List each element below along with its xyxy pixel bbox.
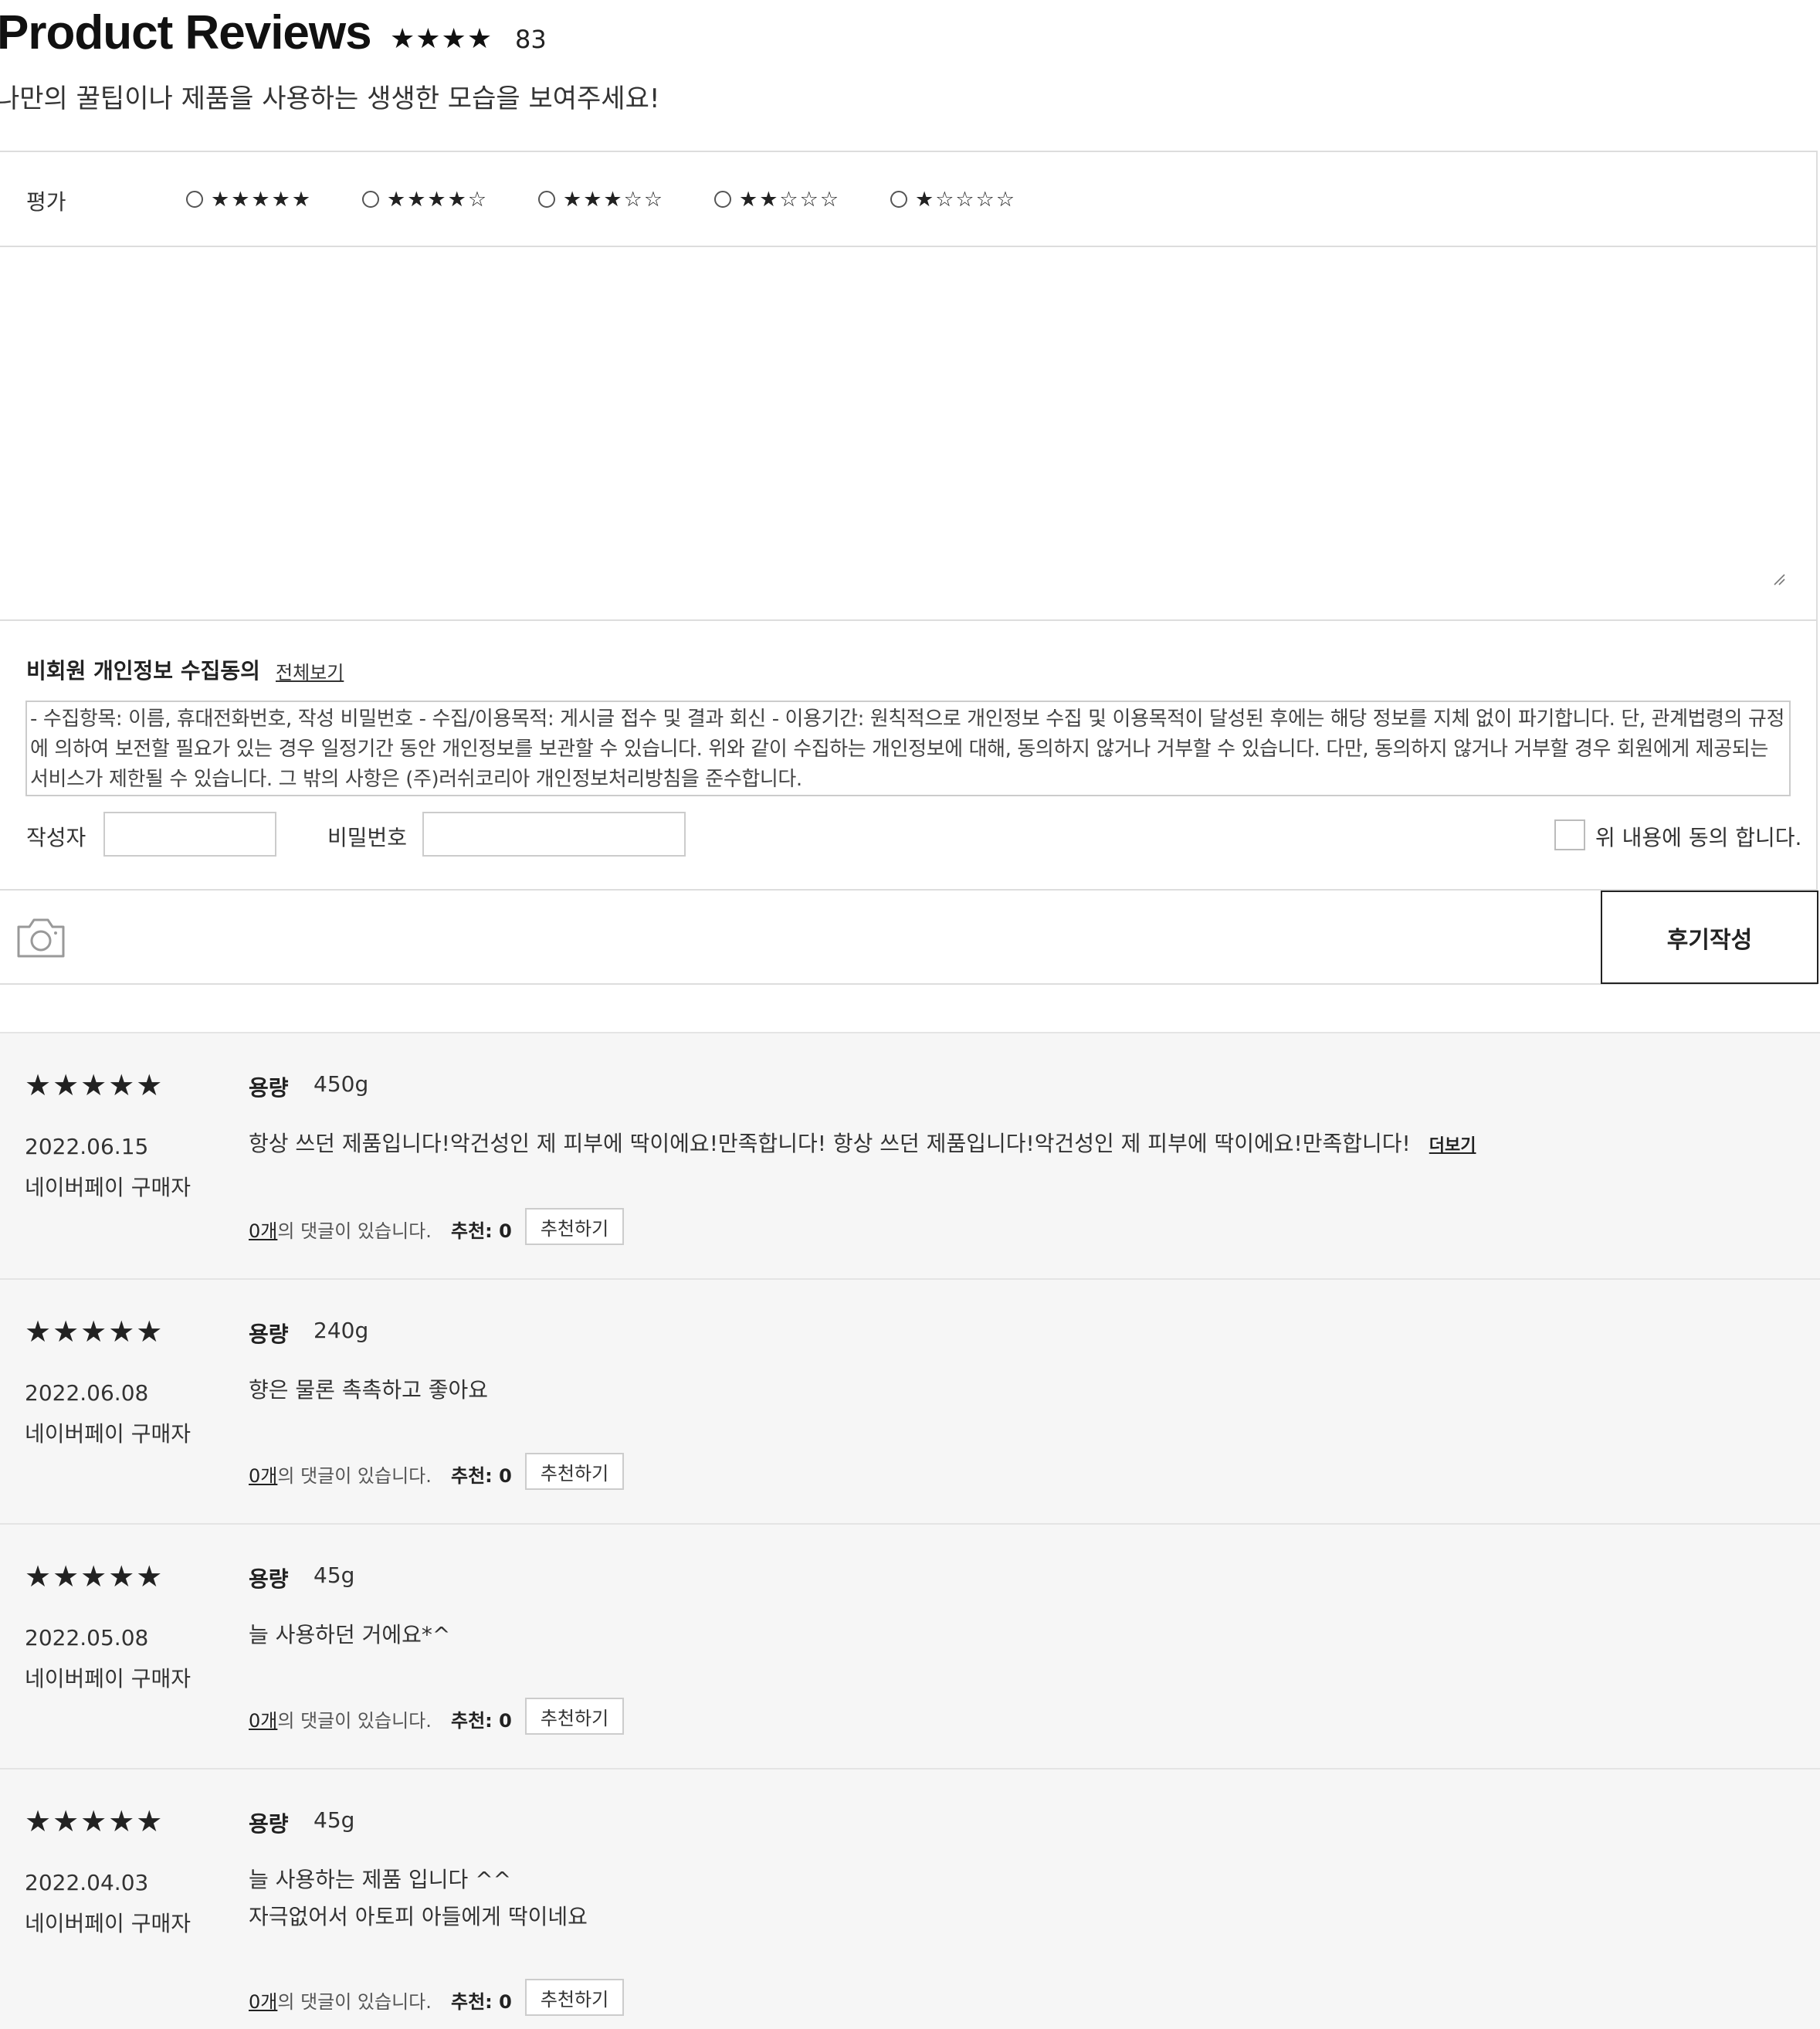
option-value: 45g xyxy=(314,1562,355,1588)
review-text: 항상 쓰던 제품입니다!악건성인 제 피부에 딱이에요!만족합니다! 항상 쓰던… xyxy=(249,1125,1476,1165)
submit-review-button[interactable]: 후기작성 xyxy=(1601,891,1818,984)
comment-count-link[interactable]: 0개 xyxy=(249,1465,277,1487)
review-date: 2022.06.08 xyxy=(25,1380,149,1406)
option-value: 45g xyxy=(314,1807,355,1833)
radio-button[interactable] xyxy=(186,191,203,208)
consent-view-all-link[interactable]: 전체보기 xyxy=(276,657,344,684)
option-label: 용량 xyxy=(249,1075,289,1101)
review-author: 네이버페이 구매자 xyxy=(25,1911,191,1936)
author-input[interactable] xyxy=(103,812,276,857)
comment-suffix: 의 댓글이 있습니다. xyxy=(277,1991,432,2013)
comment-summary: 0개의 댓글이 있습니다. xyxy=(249,1705,432,1732)
agree-checkbox[interactable] xyxy=(1554,819,1585,850)
review-stars: ★★★★★ xyxy=(25,1068,164,1102)
rating-stars: ★★★★★ xyxy=(211,187,313,212)
review-stars: ★★★★★ xyxy=(25,1559,164,1593)
rating-option-3[interactable]: ★★★☆☆ xyxy=(538,184,664,215)
recommend-count: 추천: 0 xyxy=(451,1220,512,1242)
rating-option-1[interactable]: ★☆☆☆☆ xyxy=(890,184,1016,215)
more-link[interactable]: 더보기 xyxy=(1429,1136,1476,1155)
review-count: 83 xyxy=(515,25,547,54)
consent-text: - 수집항목: 이름, 휴대전화번호, 작성 비밀번호 - 수집/이용목적: 게… xyxy=(25,701,1791,796)
comment-summary: 0개의 댓글이 있습니다. xyxy=(249,1987,432,2014)
divider xyxy=(0,619,1818,621)
rating-option-4[interactable]: ★★★★☆ xyxy=(362,184,488,215)
password-input[interactable] xyxy=(422,812,686,857)
rating-stars: ★★★★☆ xyxy=(387,187,489,212)
comment-count-link[interactable]: 0개 xyxy=(249,1220,277,1242)
rating-option-2[interactable]: ★★☆☆☆ xyxy=(714,184,840,215)
consent-title: 비회원 개인정보 수집동의 xyxy=(26,658,260,684)
review-text-line: 자극없어서 아토피 아들에게 딱이네요 xyxy=(249,1904,588,1929)
radio-button[interactable] xyxy=(714,191,731,208)
review-item: ★★★★★ 2022.04.03 네이버페이 구매자 용량 45g 늘 사용하는… xyxy=(0,1768,1820,2029)
comment-suffix: 의 댓글이 있습니다. xyxy=(277,1710,432,1732)
review-item: ★★★★★ 2022.06.15 네이버페이 구매자 용량 450g 항상 쓰던… xyxy=(0,1032,1820,1282)
review-author: 네이버페이 구매자 xyxy=(25,1421,191,1447)
review-text-line: 늘 사용하는 제품 입니다 ^^ xyxy=(249,1867,512,1892)
author-label: 작성자 xyxy=(26,825,86,850)
review-date: 2022.05.08 xyxy=(25,1625,149,1651)
recommend-button[interactable]: 추천하기 xyxy=(525,1698,624,1735)
review-text-line: 향은 물론 촉촉하고 좋아요 xyxy=(249,1377,489,1403)
comment-suffix: 의 댓글이 있습니다. xyxy=(277,1465,432,1487)
radio-button[interactable] xyxy=(890,191,907,208)
rating-label: 평가 xyxy=(26,189,66,215)
password-label: 비밀번호 xyxy=(327,825,408,850)
page-title: Product Reviews xyxy=(0,6,372,59)
agree-label: 위 내용에 동의 합니다. xyxy=(1595,825,1802,850)
camera-icon[interactable] xyxy=(15,916,66,959)
review-item: ★★★★★ 2022.05.08 네이버페이 구매자 용량 45g 늘 사용하던… xyxy=(0,1523,1820,1772)
option-value: 240g xyxy=(314,1318,369,1343)
divider xyxy=(0,889,1818,891)
review-item: ★★★★★ 2022.06.08 네이버페이 구매자 용량 240g 향은 물론… xyxy=(0,1278,1820,1527)
radio-button[interactable] xyxy=(362,191,379,208)
review-stars: ★★★★★ xyxy=(25,1315,164,1349)
comment-count-link[interactable]: 0개 xyxy=(249,1991,277,2013)
review-textarea[interactable] xyxy=(0,247,1818,619)
comment-summary: 0개의 댓글이 있습니다. xyxy=(249,1461,432,1488)
option-label: 용량 xyxy=(249,1811,289,1837)
review-author: 네이버페이 구매자 xyxy=(25,1175,191,1200)
option-label: 용량 xyxy=(249,1322,289,1347)
recommend-count: 추천: 0 xyxy=(451,1991,512,2013)
review-text-line: 늘 사용하던 거에요*^ xyxy=(249,1622,451,1647)
comment-count-link[interactable]: 0개 xyxy=(249,1710,277,1732)
option-value: 450g xyxy=(314,1071,369,1097)
radio-button[interactable] xyxy=(538,191,555,208)
review-text-line: 항상 쓰던 제품입니다!악건성인 제 피부에 딱이에요!만족합니다! 항상 쓰던… xyxy=(249,1131,1411,1156)
resize-handle-icon[interactable] xyxy=(1773,573,1785,585)
review-stars: ★★★★★ xyxy=(25,1804,164,1838)
review-author: 네이버페이 구매자 xyxy=(25,1666,191,1691)
rating-stars: ★☆☆☆☆ xyxy=(915,187,1017,212)
recommend-count: 추천: 0 xyxy=(451,1465,512,1487)
page-subtitle: 나만의 꿀팁이나 제품을 사용하는 생생한 모습을 보여주세요! xyxy=(0,83,660,114)
recommend-button[interactable]: 추천하기 xyxy=(525,1208,624,1245)
review-date: 2022.06.15 xyxy=(25,1134,149,1159)
average-rating-stars: ★★★★ xyxy=(390,23,493,55)
review-date: 2022.04.03 xyxy=(25,1870,149,1895)
recommend-count: 추천: 0 xyxy=(451,1710,512,1732)
rating-stars: ★★★☆☆ xyxy=(563,187,665,212)
option-label: 용량 xyxy=(249,1566,289,1592)
rating-stars: ★★☆☆☆ xyxy=(739,187,841,212)
comment-suffix: 의 댓글이 있습니다. xyxy=(277,1220,432,1242)
recommend-button[interactable]: 추천하기 xyxy=(525,1979,624,2016)
comment-summary: 0개의 댓글이 있습니다. xyxy=(249,1216,432,1243)
recommend-button[interactable]: 추천하기 xyxy=(525,1453,624,1490)
rating-option-5[interactable]: ★★★★★ xyxy=(186,184,312,215)
